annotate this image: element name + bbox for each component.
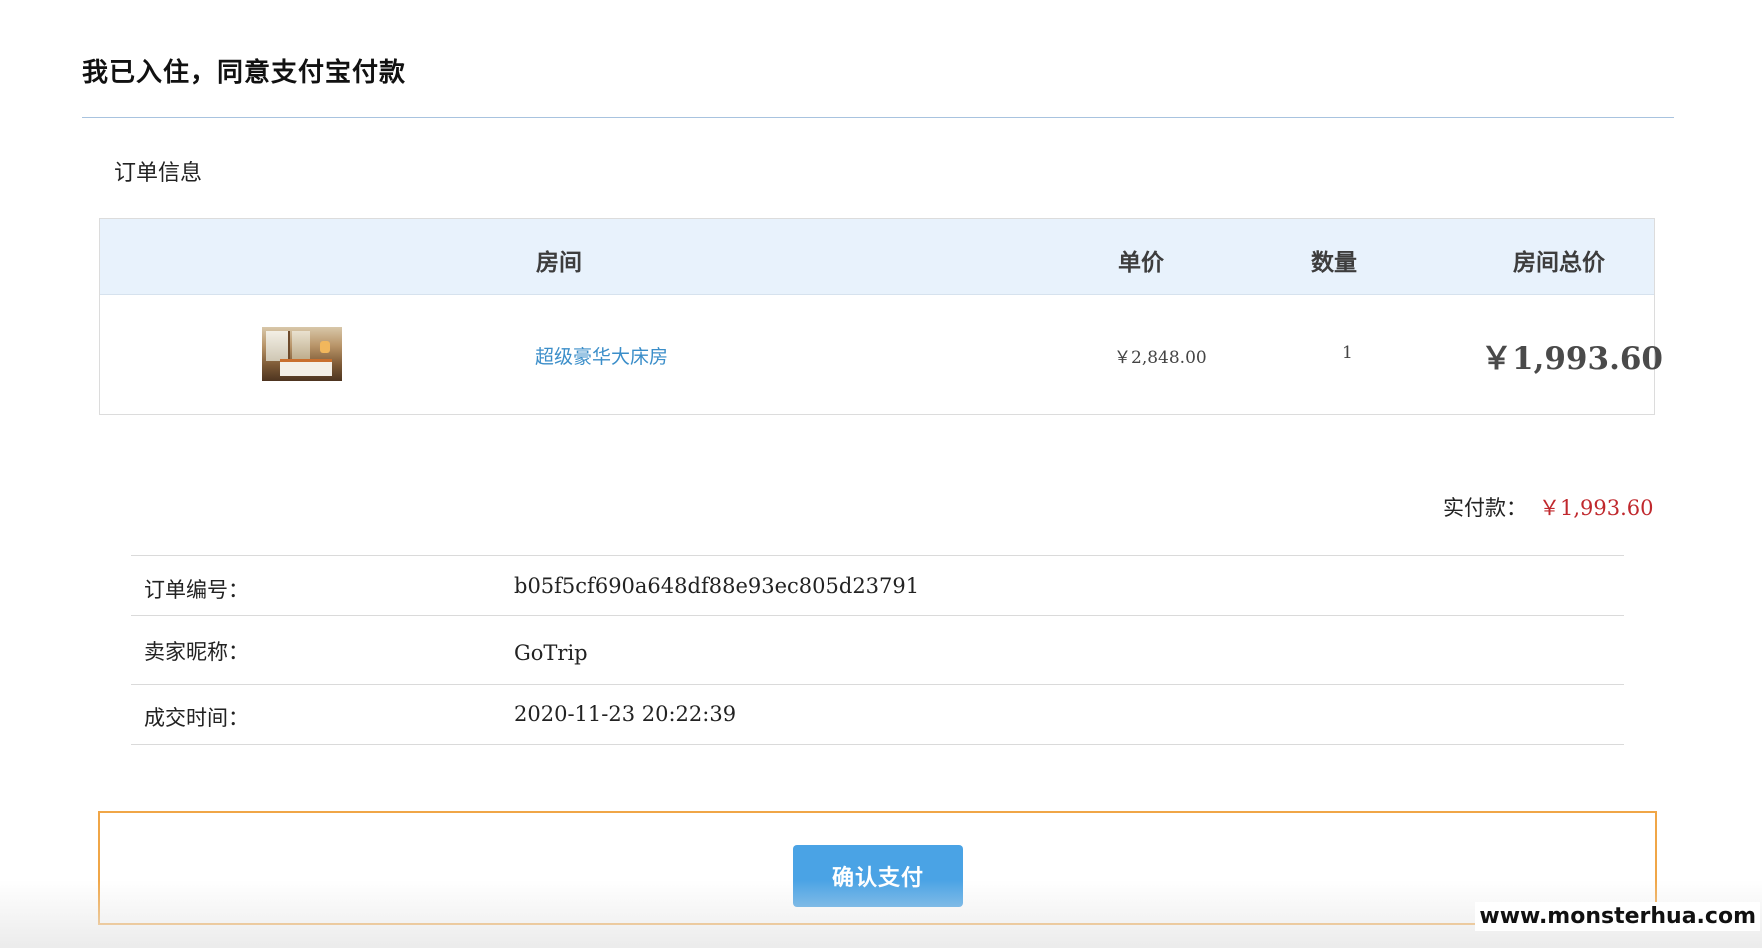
quantity-value: 1: [1342, 343, 1353, 363]
divider: [131, 744, 1624, 745]
seller-nickname-label: 卖家昵称：: [144, 640, 249, 664]
column-header-room-total: 房间总价: [1513, 249, 1605, 276]
column-header-quantity: 数量: [1311, 249, 1357, 276]
seller-nickname-value: GoTrip: [514, 641, 588, 665]
divider: [131, 615, 1624, 616]
confirm-payment-panel: 确认支付: [98, 811, 1657, 925]
room-thumbnail-image[interactable]: [262, 327, 342, 381]
room-name-link[interactable]: 超级豪华大床房: [535, 342, 668, 369]
amount-paid-value: ￥1,993.60: [1539, 496, 1654, 520]
unit-price-value: ￥2,848.00: [1114, 348, 1207, 368]
transaction-time-label: 成交时间：: [144, 706, 249, 730]
order-table: 房间 单价 数量 房间总价 超级豪华大床房 ￥2,848.00 1 ￥1,993…: [99, 218, 1663, 415]
order-info-heading: 订单信息: [114, 161, 203, 186]
table-header: 房间 单价 数量 房间总价: [100, 219, 1654, 295]
confirm-payment-button[interactable]: 确认支付: [793, 845, 963, 907]
amount-paid-row: 实付款： ￥1,993.60: [1443, 492, 1654, 522]
order-number-label: 订单编号：: [144, 578, 249, 602]
room-total-value: ￥1,993.60: [1481, 341, 1664, 377]
divider: [131, 555, 1624, 556]
title-divider: [82, 117, 1674, 118]
divider: [131, 684, 1624, 685]
table-row: 超级豪华大床房 ￥2,848.00 1 ￥1,993.60: [100, 295, 1663, 414]
page-title: 我已入住，同意支付宝付款: [82, 58, 407, 88]
transaction-time-value: 2020-11-23 20:22:39: [514, 702, 737, 726]
watermark-text: www.monsterhua.com: [1475, 902, 1760, 931]
order-number-value: b05f5cf690a648df88e93ec805d23791: [514, 574, 920, 598]
column-header-unit-price: 单价: [1118, 249, 1164, 276]
amount-paid-label: 实付款：: [1443, 496, 1527, 520]
column-header-room: 房间: [536, 249, 582, 276]
